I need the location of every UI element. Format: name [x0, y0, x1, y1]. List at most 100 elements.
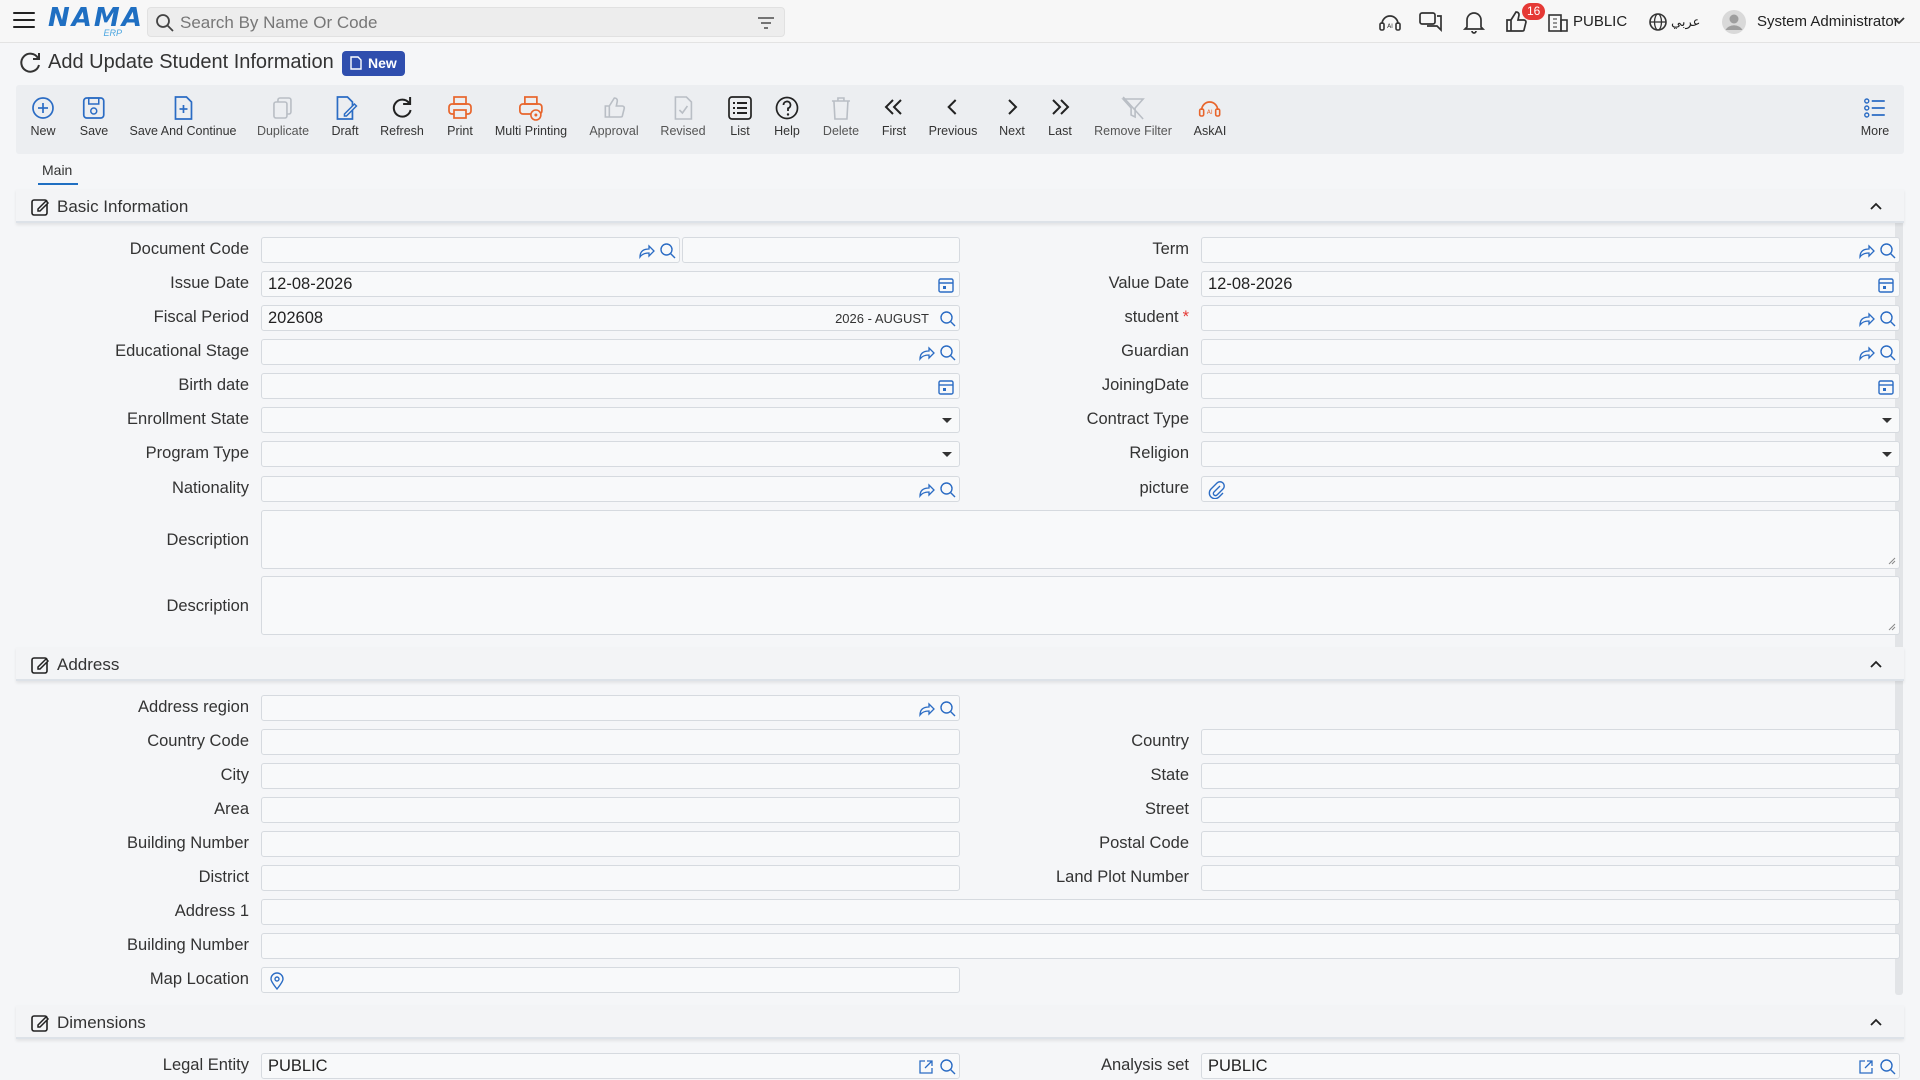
chat-icon[interactable] [1418, 9, 1444, 35]
picture-upload-field[interactable] [1201, 476, 1900, 502]
address-region-field[interactable] [261, 695, 960, 721]
address-1-field[interactable] [261, 899, 1900, 925]
language-switch[interactable]: عربي [1671, 14, 1700, 30]
description-textarea-2[interactable] [261, 576, 1900, 635]
educational-stage-field[interactable] [261, 339, 960, 365]
user-menu[interactable]: System Administrator [1757, 13, 1899, 30]
share-icon[interactable] [917, 481, 935, 499]
draft-button[interactable]: Draft [331, 95, 359, 138]
value-date-field[interactable]: 12-08-2026 [1201, 271, 1900, 297]
user-avatar-icon[interactable] [1721, 9, 1747, 35]
menu-icon[interactable] [13, 12, 35, 30]
approval-button[interactable]: Approval [589, 95, 639, 138]
fiscal-period-field[interactable]: 202608 2026 - AUGUST [261, 305, 960, 331]
address-header[interactable]: Address [16, 647, 1904, 681]
country-field[interactable] [1201, 729, 1900, 755]
issue-date-field[interactable]: 12-08-2026 [261, 271, 960, 297]
refresh-page-icon[interactable] [17, 50, 43, 76]
program-type-select[interactable] [261, 441, 960, 467]
map-location-field[interactable] [261, 967, 960, 993]
previous-button[interactable]: Previous [929, 95, 977, 138]
chevron-up-icon[interactable] [1868, 1014, 1884, 1030]
filter-icon[interactable] [757, 14, 775, 32]
search-icon[interactable] [939, 481, 957, 499]
guardian-field[interactable] [1201, 339, 1900, 365]
search-icon[interactable] [939, 700, 957, 718]
search-icon[interactable] [939, 310, 957, 328]
share-icon[interactable] [1857, 242, 1875, 260]
more-button[interactable]: More [1861, 95, 1889, 138]
street-field[interactable] [1201, 797, 1900, 823]
help-button[interactable]: Help [774, 95, 800, 138]
birth-date-field[interactable] [261, 373, 960, 399]
search-icon[interactable] [1879, 310, 1897, 328]
search-icon[interactable] [939, 1058, 957, 1076]
first-button[interactable]: First [881, 95, 907, 138]
nama-logo[interactable]: NAMA ERP [48, 3, 142, 38]
open-external-icon[interactable] [917, 1058, 935, 1076]
building-number-field[interactable] [261, 831, 960, 857]
dimensions-header[interactable]: Dimensions [16, 1005, 1904, 1039]
share-icon[interactable] [917, 344, 935, 362]
calendar-icon[interactable] [937, 276, 955, 294]
multi-printing-button[interactable]: Multi Printing [495, 95, 567, 138]
analysis-set-field[interactable]: PUBLIC [1201, 1053, 1900, 1079]
search-icon[interactable] [939, 344, 957, 362]
ai-assistant-icon[interactable]: AI [1377, 9, 1403, 35]
joining-date-field[interactable] [1201, 373, 1900, 399]
search-icon[interactable] [659, 242, 677, 260]
nationality-field[interactable] [261, 476, 960, 502]
search-icon[interactable] [1879, 344, 1897, 362]
area-field[interactable] [261, 797, 960, 823]
calendar-icon[interactable] [937, 378, 955, 396]
search-icon[interactable] [1879, 242, 1897, 260]
enrollment-state-select[interactable] [261, 407, 960, 433]
resize-handle-icon[interactable] [1888, 557, 1896, 565]
search-icon[interactable] [1879, 1058, 1897, 1076]
district-field[interactable] [261, 865, 960, 891]
list-button[interactable]: List [727, 95, 753, 138]
calendar-icon[interactable] [1877, 276, 1895, 294]
remove-filter-button[interactable]: Remove Filter [1094, 95, 1172, 138]
basic-information-header[interactable]: Basic Information [16, 189, 1904, 223]
company-selector[interactable]: PUBLIC [1573, 13, 1627, 30]
duplicate-button[interactable]: Duplicate [257, 95, 309, 138]
last-button[interactable]: Last [1047, 95, 1073, 138]
city-field[interactable] [261, 763, 960, 789]
religion-select[interactable] [1201, 441, 1900, 467]
revised-button[interactable]: Revised [660, 95, 706, 138]
legal-entity-field[interactable]: PUBLIC [261, 1053, 960, 1079]
calendar-icon[interactable] [1877, 378, 1895, 396]
open-external-icon[interactable] [1857, 1058, 1875, 1076]
location-pin-icon[interactable] [268, 972, 286, 990]
document-code-field[interactable] [261, 237, 680, 263]
country-code-field[interactable] [261, 729, 960, 755]
refresh-button[interactable]: Refresh [380, 95, 424, 138]
paperclip-icon[interactable] [1208, 481, 1226, 499]
postal-code-field[interactable] [1201, 831, 1900, 857]
share-icon[interactable] [1857, 310, 1875, 328]
globe-icon[interactable] [1647, 9, 1669, 35]
chevron-up-icon[interactable] [1868, 198, 1884, 214]
new-button[interactable]: New [30, 95, 56, 138]
askai-button[interactable]: AI AskAI [1194, 95, 1226, 138]
tab-main[interactable]: Main [42, 162, 72, 178]
term-field[interactable] [1201, 237, 1900, 263]
print-button[interactable]: Print [447, 95, 473, 138]
share-icon[interactable] [917, 700, 935, 718]
resize-handle-icon[interactable] [1888, 623, 1896, 631]
share-icon[interactable] [1857, 344, 1875, 362]
share-icon[interactable] [637, 242, 655, 260]
student-field[interactable] [1201, 305, 1900, 331]
next-button[interactable]: Next [999, 95, 1025, 138]
document-code-name-field[interactable] [682, 237, 960, 263]
save-and-continue-button[interactable]: Save And Continue [129, 95, 237, 138]
bell-icon[interactable] [1461, 9, 1487, 35]
save-button[interactable]: Save [80, 95, 108, 138]
land-plot-number-field[interactable] [1201, 865, 1900, 891]
contract-type-select[interactable] [1201, 407, 1900, 433]
state-field[interactable] [1201, 763, 1900, 789]
global-search[interactable]: Search By Name Or Code [147, 7, 785, 37]
building-number-2-field[interactable] [261, 933, 1900, 959]
delete-button[interactable]: Delete [823, 95, 859, 138]
